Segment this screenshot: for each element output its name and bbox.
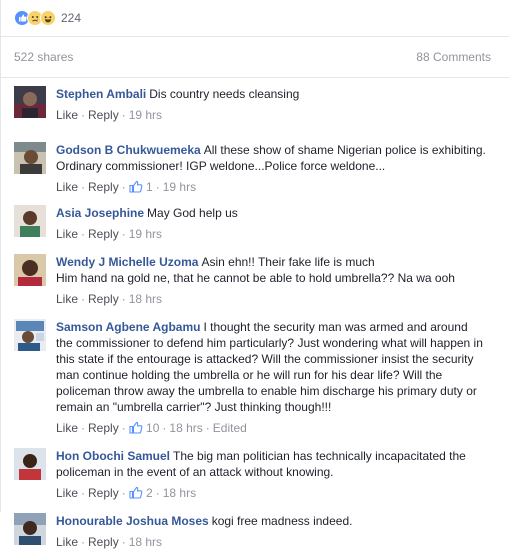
separator: · (121, 180, 126, 194)
avatar[interactable] (14, 86, 46, 118)
avatar[interactable] (14, 142, 46, 174)
comment-author[interactable]: Samson Agbene Agbamu (56, 320, 200, 334)
shares-count[interactable]: 522 shares (14, 50, 73, 64)
like-count-icon[interactable] (129, 421, 143, 438)
separator: · (81, 227, 86, 241)
comment-timestamp[interactable]: 18 hrs (169, 421, 202, 435)
like-count[interactable]: 1 (146, 180, 153, 194)
comment-item: Stephen Ambali Dis country needs cleansin… (14, 86, 509, 128)
comment-timestamp[interactable]: 19 hrs (163, 180, 196, 194)
comment-author[interactable]: Stephen Ambali (56, 87, 146, 101)
comment-actions: Like · Reply · 18 hrs (56, 534, 487, 550)
separator: · (121, 486, 126, 500)
separator: · (81, 292, 86, 306)
avatar[interactable] (14, 254, 46, 286)
like-button[interactable]: Like (56, 227, 78, 241)
comment-timestamp[interactable]: 18 hrs (163, 486, 196, 500)
separator: · (81, 486, 86, 500)
comment-item: Godson B Chukwuemeka All these show of sh… (14, 142, 509, 195)
haha-icon (40, 10, 56, 26)
reaction-count[interactable]: 224 (61, 11, 81, 25)
separator: · (81, 180, 86, 194)
comment-timestamp[interactable]: 19 hrs (129, 108, 162, 122)
like-count[interactable]: 2 (146, 486, 153, 500)
separator: · (81, 108, 86, 122)
comment-author[interactable]: Honourable Joshua Moses (56, 514, 209, 528)
separator: · (121, 227, 126, 241)
like-count-icon[interactable] (129, 486, 143, 503)
like-button[interactable]: Like (56, 292, 78, 306)
reply-button[interactable]: Reply (88, 108, 119, 122)
like-count-icon[interactable] (129, 180, 143, 197)
separator: · (155, 486, 160, 500)
avatar[interactable] (14, 513, 46, 545)
avatar[interactable] (14, 319, 46, 351)
like-button[interactable]: Like (56, 108, 78, 122)
separator: · (121, 535, 126, 549)
comment-author[interactable]: Godson B Chukwuemeka (56, 143, 201, 157)
comment-author[interactable]: Asia Josephine (56, 206, 144, 220)
separator: · (81, 421, 86, 435)
comment-actions: Like · Reply · 19 hrs (56, 226, 487, 242)
separator: · (81, 535, 86, 549)
separator: · (155, 180, 160, 194)
separator: · (121, 421, 126, 435)
comment-text: Dis country needs cleansing (149, 87, 300, 101)
reply-button[interactable]: Reply (88, 180, 119, 194)
like-button[interactable]: Like (56, 421, 78, 435)
separator: · (121, 292, 126, 306)
reply-button[interactable]: Reply (88, 486, 119, 500)
separator: · (121, 108, 126, 122)
reactions-summary[interactable]: 224 (1, 0, 509, 37)
like-button[interactable]: Like (56, 535, 78, 549)
comment-timestamp[interactable]: 18 hrs (129, 535, 162, 549)
comment-item: Samson Agbene Agbamu I thought the securi… (14, 319, 509, 436)
comment-actions: Like · Reply · 1 · 19 hrs (56, 179, 487, 195)
comment-item: Hon Obochi Samuel The big man politician … (14, 448, 509, 501)
comment-item: Honourable Joshua Moses kogi free madness… (14, 513, 509, 550)
comment-text: I thought the security man was armed and… (56, 320, 483, 414)
like-button[interactable]: Like (56, 180, 78, 194)
comment-timestamp[interactable]: 19 hrs (129, 227, 162, 241)
like-count[interactable]: 10 (146, 421, 159, 435)
avatar[interactable] (14, 448, 46, 480)
comment-text: kogi free madness indeed. (211, 514, 353, 528)
separator: · (162, 421, 167, 435)
comment-list: Stephen Ambali Dis country needs cleansin… (1, 86, 509, 550)
comment-actions: Like · Reply · 2 · 18 hrs (56, 485, 487, 501)
edited-label[interactable]: Edited (213, 421, 247, 435)
comment-actions: Like · Reply · 18 hrs (56, 291, 487, 307)
comments-count[interactable]: 88 Comments (416, 50, 491, 64)
reply-button[interactable]: Reply (88, 292, 119, 306)
comment-item: Wendy J Michelle Uzoma Asin ehn!! Their f… (14, 254, 509, 307)
like-button[interactable]: Like (56, 486, 78, 500)
reply-button[interactable]: Reply (88, 227, 119, 241)
comment-author[interactable]: Hon Obochi Samuel (56, 449, 170, 463)
comment-timestamp[interactable]: 18 hrs (129, 292, 162, 306)
comment-text: May God help us (147, 206, 238, 220)
comment-author[interactable]: Wendy J Michelle Uzoma (56, 255, 198, 269)
separator: · (205, 421, 210, 435)
comment-actions: Like · Reply · 10 · 18 hrs · Edited (56, 420, 487, 436)
comment-actions: Like · Reply · 19 hrs (56, 107, 487, 123)
reply-button[interactable]: Reply (88, 535, 119, 549)
post-engagement-panel: 224 522 shares 88 Comments Stephen Ambal… (0, 0, 509, 549)
avatar[interactable] (14, 205, 46, 237)
reply-button[interactable]: Reply (88, 421, 119, 435)
comment-item: Asia Josephine May God help us Like · Reply… (14, 205, 509, 242)
shares-comments-bar: 522 shares 88 Comments (1, 37, 509, 78)
